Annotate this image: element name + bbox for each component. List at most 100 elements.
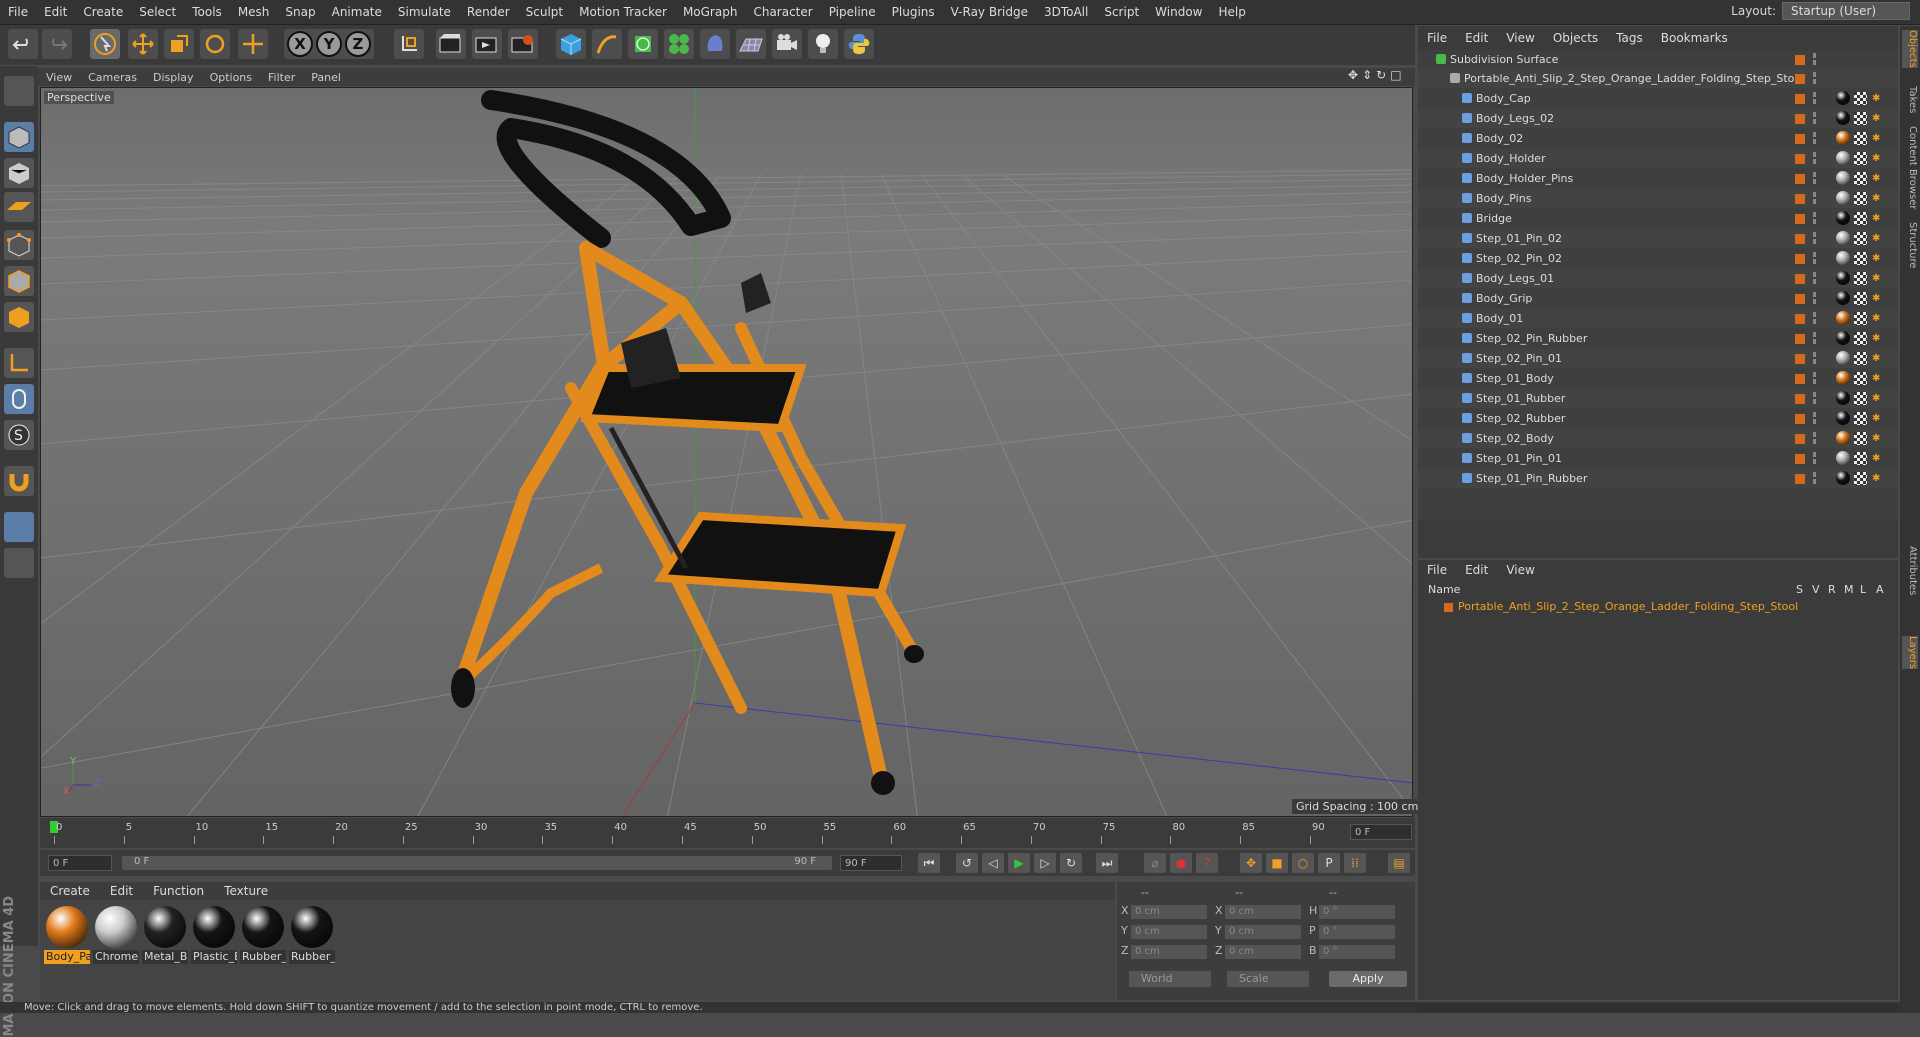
- tweak-mode-icon[interactable]: [4, 384, 34, 414]
- material-ball[interactable]: [95, 906, 137, 948]
- render-dots[interactable]: [1813, 172, 1816, 184]
- menu-animate[interactable]: Animate: [324, 5, 390, 19]
- object-row[interactable]: Step_02_Pin_02 ✱: [1418, 249, 1898, 268]
- phong-tag[interactable]: ✱: [1872, 252, 1886, 265]
- texture-tag[interactable]: [1854, 412, 1867, 425]
- visibility-toggle[interactable]: [1795, 134, 1805, 144]
- menu-select[interactable]: Select: [131, 5, 184, 19]
- x-axis-lock[interactable]: X: [287, 31, 313, 57]
- render-dots[interactable]: [1813, 112, 1816, 124]
- phong-tag[interactable]: ✱: [1872, 132, 1886, 145]
- material-tag[interactable]: [1836, 331, 1850, 345]
- object-menu-view[interactable]: View: [1497, 31, 1543, 45]
- undo-icon[interactable]: [8, 29, 38, 59]
- subdivision-surface[interactable]: Subdivision Surface: [1418, 50, 1898, 69]
- object-row[interactable]: Step_01_Pin_Rubber ✱: [1418, 469, 1898, 488]
- python-icon[interactable]: [844, 29, 874, 59]
- play-icon[interactable]: ▶: [1008, 853, 1030, 873]
- viewport-perspective[interactable]: [40, 87, 1413, 817]
- phong-tag[interactable]: ✱: [1872, 352, 1886, 365]
- menu-motion-tracker[interactable]: Motion Tracker: [571, 5, 675, 19]
- menu-3dtoall[interactable]: 3DToAll: [1036, 5, 1096, 19]
- visibility-toggle[interactable]: [1795, 334, 1805, 344]
- layer-menu-view[interactable]: View: [1497, 563, 1543, 577]
- render-picture-viewer-icon[interactable]: [472, 29, 502, 59]
- phong-tag[interactable]: ✱: [1872, 232, 1886, 245]
- start-frame-field[interactable]: 0 F: [48, 855, 112, 871]
- material-swatch[interactable]: Body_Pa: [44, 906, 90, 964]
- side-tab-layers[interactable]: Layers: [1902, 636, 1918, 670]
- render-dots[interactable]: [1813, 152, 1816, 164]
- visibility-toggle[interactable]: [1795, 234, 1805, 244]
- render-view-icon[interactable]: [436, 29, 466, 59]
- timeline-window-icon[interactable]: ▤: [1388, 853, 1410, 873]
- material-swatch[interactable]: Rubber_: [240, 906, 286, 964]
- coord-value-field[interactable]: 0 cm: [1225, 945, 1301, 959]
- object-row[interactable]: Step_01_Pin_01 ✱: [1418, 449, 1898, 468]
- menu-create[interactable]: Create: [75, 5, 131, 19]
- maximize-icon[interactable]: □: [1390, 68, 1401, 82]
- coordinate-system-icon[interactable]: [394, 29, 424, 59]
- object-menu-edit[interactable]: Edit: [1456, 31, 1497, 45]
- material-ball[interactable]: [242, 906, 284, 948]
- phong-tag[interactable]: ✱: [1872, 152, 1886, 165]
- texture-tag[interactable]: [1854, 332, 1867, 345]
- texture-tag[interactable]: [1854, 472, 1867, 485]
- menu-simulate[interactable]: Simulate: [390, 5, 459, 19]
- subdivision-icon[interactable]: [628, 29, 658, 59]
- render-dots[interactable]: [1813, 412, 1816, 424]
- lock-workplane-icon[interactable]: [4, 512, 34, 542]
- keyframe-selection-icon[interactable]: ?: [1196, 853, 1218, 873]
- texture-tag[interactable]: [1854, 352, 1867, 365]
- material-swatch[interactable]: Metal_B: [142, 906, 188, 964]
- prev-frame-icon[interactable]: ◁: [982, 853, 1004, 873]
- dolly-icon[interactable]: ⇕: [1362, 68, 1372, 82]
- key-position-icon[interactable]: ✥: [1240, 853, 1262, 873]
- object-row[interactable]: Step_01_Pin_02 ✱: [1418, 229, 1898, 248]
- scale-icon[interactable]: [164, 29, 194, 59]
- side-tab-attributes[interactable]: Attributes: [1902, 546, 1918, 595]
- key-rotation-icon[interactable]: ○: [1292, 853, 1314, 873]
- material-ball[interactable]: [193, 906, 235, 948]
- visibility-toggle[interactable]: [1795, 314, 1805, 324]
- menu-script[interactable]: Script: [1096, 5, 1147, 19]
- render-dots[interactable]: [1813, 132, 1816, 144]
- visibility-toggle[interactable]: [1795, 294, 1805, 304]
- texture-tag[interactable]: [1854, 292, 1867, 305]
- render-settings-icon[interactable]: [508, 29, 538, 59]
- menu-snap[interactable]: Snap: [277, 5, 323, 19]
- object-row[interactable]: Bridge ✱: [1418, 209, 1898, 228]
- texture-tag[interactable]: [1854, 192, 1867, 205]
- camera-icon[interactable]: [772, 29, 802, 59]
- visibility-toggle[interactable]: [1795, 174, 1805, 184]
- edges-mode-icon[interactable]: [4, 266, 34, 296]
- goto-end-icon[interactable]: ⏭: [1096, 853, 1118, 873]
- key-parameter-icon[interactable]: P: [1318, 853, 1340, 873]
- render-dots[interactable]: [1813, 392, 1816, 404]
- menu-mograph[interactable]: MoGraph: [675, 5, 746, 19]
- object-row[interactable]: Body_Legs_02 ✱: [1418, 109, 1898, 128]
- coord-value-field[interactable]: 0 cm: [1131, 945, 1207, 959]
- material-tag[interactable]: [1836, 431, 1850, 445]
- snap-magnet-icon[interactable]: [4, 466, 34, 496]
- texture-mode-icon[interactable]: [4, 158, 34, 188]
- material-tag[interactable]: [1836, 111, 1850, 125]
- timeline-ruler[interactable]: 0 5 10 15 20 25 30 35 40 45 50 55 60 65 70 75 80 85 90 0 F: [40, 818, 1415, 848]
- visibility-toggle[interactable]: [1795, 154, 1805, 164]
- render-dots[interactable]: [1813, 192, 1816, 204]
- horizontal-scrollbar[interactable]: [1418, 1004, 1898, 1012]
- record-keys-icon[interactable]: ⌀: [1144, 853, 1166, 873]
- coord-value-field[interactable]: 0 cm: [1225, 905, 1301, 919]
- object-row[interactable]: Step_02_Rubber ✱: [1418, 409, 1898, 428]
- visibility-toggle[interactable]: [1795, 374, 1805, 384]
- pen-spline-icon[interactable]: [592, 29, 622, 59]
- menu-render[interactable]: Render: [459, 5, 518, 19]
- menu-plugins[interactable]: Plugins: [884, 5, 943, 19]
- object-group[interactable]: Portable_Anti_Slip_2_Step_Orange_Ladder_…: [1418, 69, 1898, 88]
- workplane-icon[interactable]: [4, 192, 34, 222]
- visibility-toggle[interactable]: [1795, 94, 1805, 104]
- material-tag[interactable]: [1836, 151, 1850, 165]
- menu-character[interactable]: Character: [745, 5, 820, 19]
- material-tag[interactable]: [1836, 391, 1850, 405]
- texture-tag[interactable]: [1854, 152, 1867, 165]
